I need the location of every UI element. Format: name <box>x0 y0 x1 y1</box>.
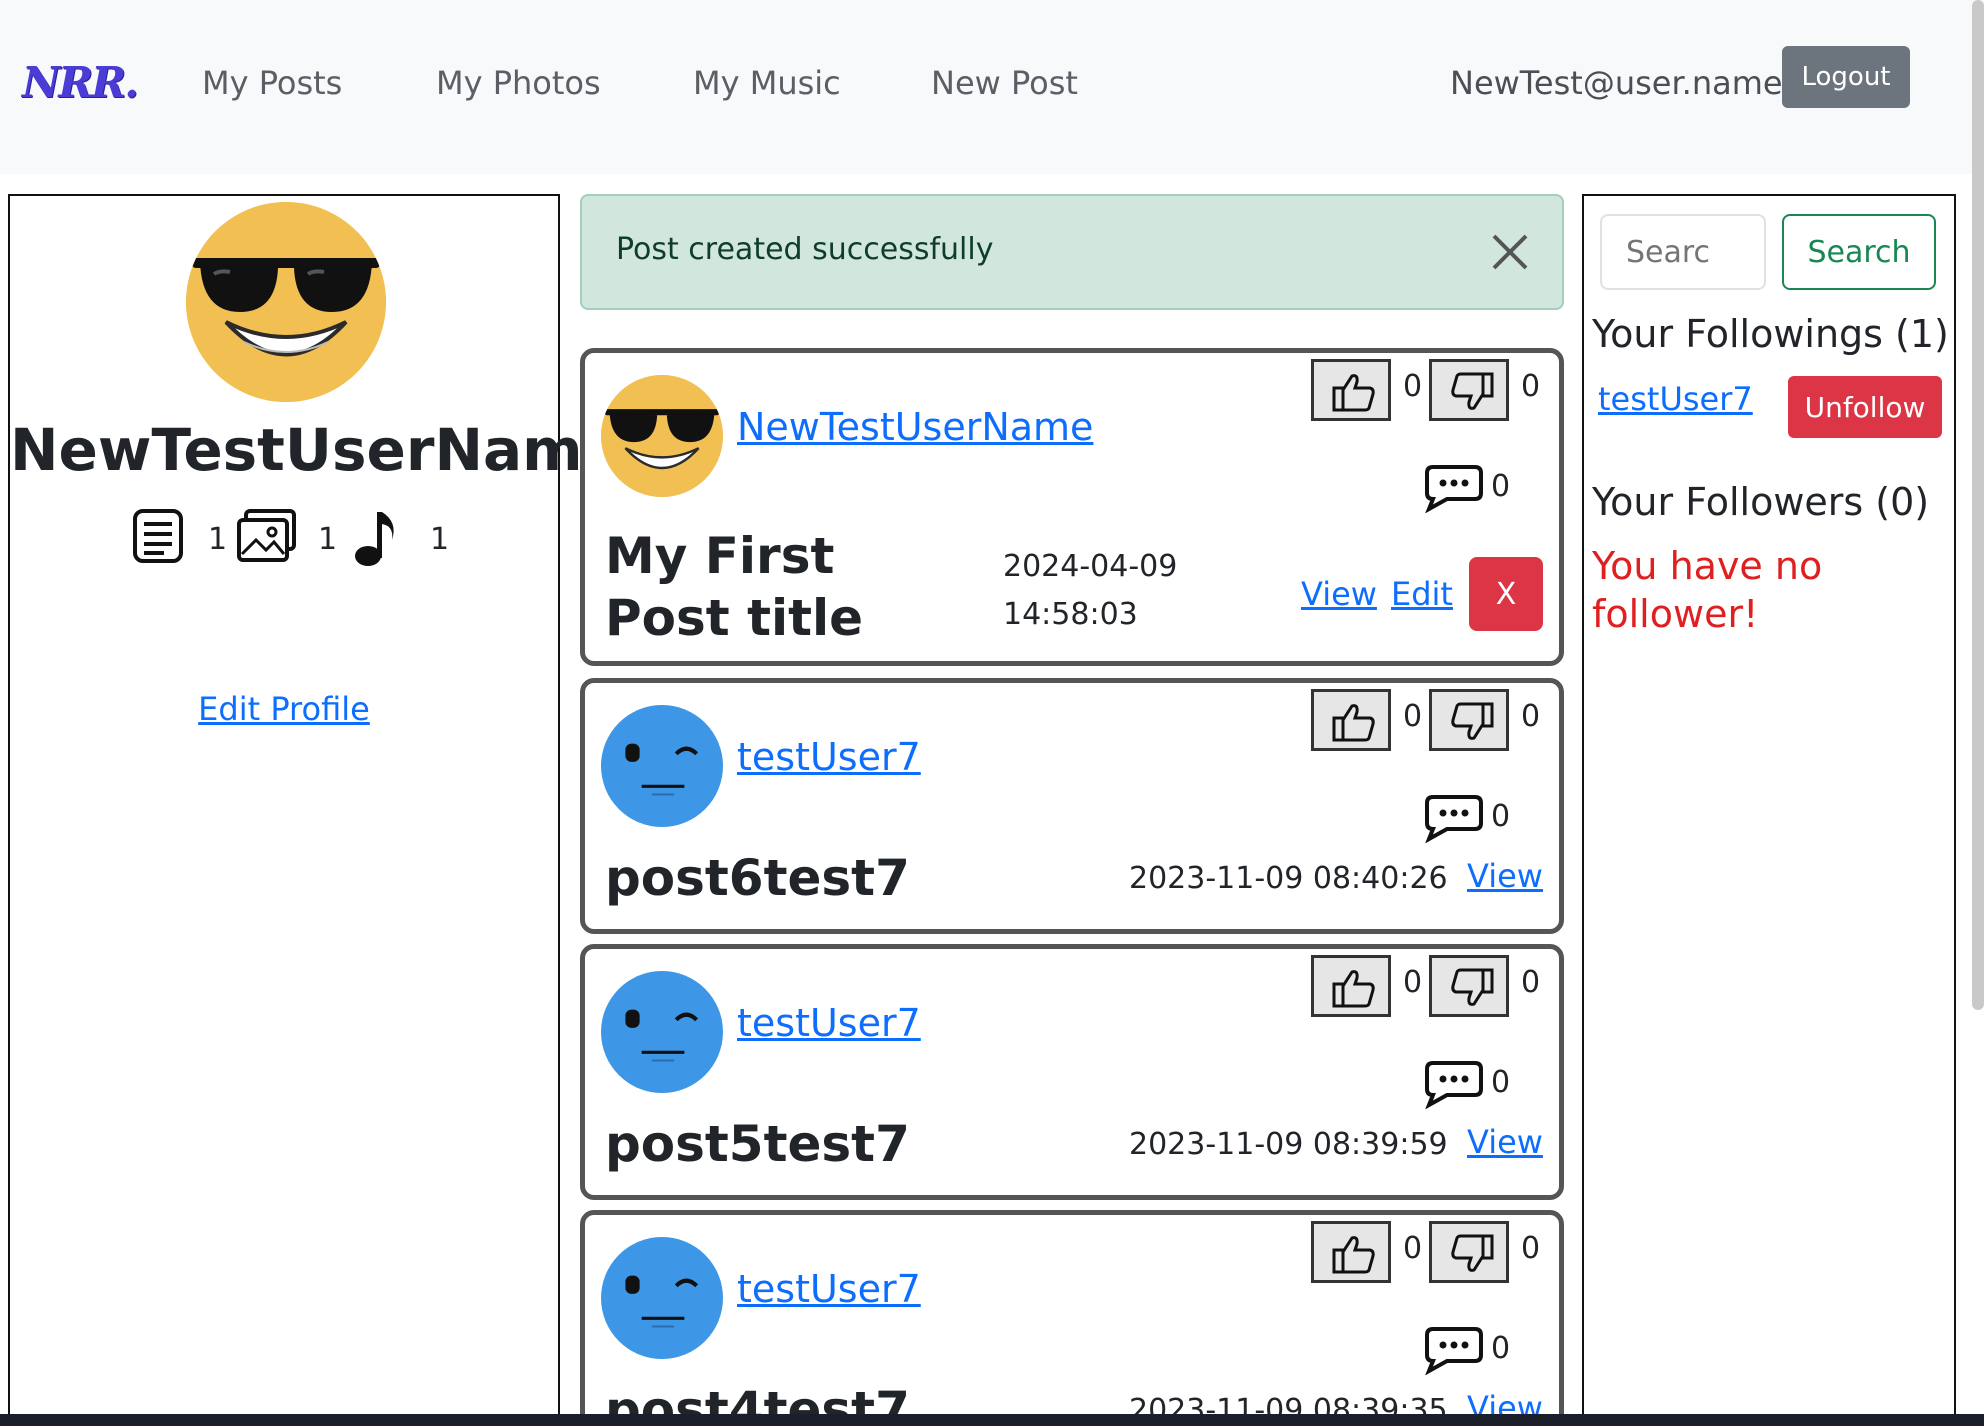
post-author-link[interactable]: testUser7 <box>737 1267 921 1311</box>
dislike-count: 0 <box>1521 965 1541 1000</box>
nav-my-music[interactable]: My Music <box>693 64 841 102</box>
nav-new-post[interactable]: New Post <box>931 64 1078 102</box>
music-count: 1 <box>430 522 450 557</box>
thumbs-down-icon <box>1451 702 1494 740</box>
post-title: post6test7 <box>605 849 910 907</box>
no-followers-message: You have no follower! <box>1592 544 1823 636</box>
thumbs-up-icon <box>1332 1236 1375 1274</box>
followings-heading: Your Followings (1) <box>1592 312 1949 356</box>
post-author-link[interactable]: NewTestUserName <box>737 405 1093 449</box>
dislike-count: 0 <box>1521 369 1541 404</box>
like-count: 0 <box>1403 369 1423 404</box>
like-button[interactable] <box>1311 689 1391 751</box>
following-user-link[interactable]: testUser7 <box>1598 380 1753 418</box>
like-count: 0 <box>1403 965 1423 1000</box>
thumbs-down-icon <box>1451 968 1494 1006</box>
like-button[interactable] <box>1311 359 1391 421</box>
thumbs-up-icon <box>1332 374 1375 412</box>
post-card: NewTestUserName 0 0 0 My First Post titl… <box>580 348 1564 666</box>
photos-count: 1 <box>318 522 338 557</box>
user-email: NewTest@user.name <box>1450 64 1783 102</box>
dislike-count: 0 <box>1521 699 1541 734</box>
sunglasses-emoji-icon <box>601 375 723 497</box>
winking-emoji-icon <box>625 1009 699 1062</box>
like-button[interactable] <box>1311 955 1391 1017</box>
post-time: 14:58:03 <box>1003 597 1138 632</box>
dislike-button[interactable] <box>1429 689 1509 751</box>
nav-my-photos[interactable]: My Photos <box>436 64 601 102</box>
comment-icon[interactable] <box>1423 1059 1485 1109</box>
page-scrollbar[interactable] <box>1972 0 1984 1010</box>
edit-link[interactable]: Edit <box>1391 575 1453 613</box>
comment-icon[interactable] <box>1423 463 1485 513</box>
success-alert: Post created successfully <box>580 194 1564 310</box>
navbar: NRR. My Posts My Photos My Music New Pos… <box>0 0 1984 174</box>
social-panel: Search Your Followings (1) testUser7 Unf… <box>1582 194 1956 1426</box>
post-title: post5test7 <box>605 1115 910 1173</box>
thumbs-up-icon <box>1332 970 1375 1008</box>
post-author-avatar <box>601 375 723 497</box>
post-card: testUser7 0 0 0 post5test7 2023-11-09 08… <box>580 944 1564 1200</box>
post-author-link[interactable]: testUser7 <box>737 735 921 779</box>
post-title: My First Post title <box>605 527 864 647</box>
posts-count: 1 <box>208 522 228 557</box>
post-card: testUser7 0 0 0 post6test7 2023-11-09 08… <box>580 678 1564 934</box>
nav-my-posts[interactable]: My Posts <box>202 64 342 102</box>
winking-emoji-icon <box>625 1275 699 1328</box>
view-link[interactable]: View <box>1301 575 1377 613</box>
post-author-link[interactable]: testUser7 <box>737 1001 921 1045</box>
dislike-button[interactable] <box>1429 359 1509 421</box>
thumbs-down-icon <box>1451 1234 1494 1272</box>
sunglasses-emoji-icon <box>186 202 386 402</box>
view-link[interactable]: View <box>1467 857 1543 895</box>
like-count: 0 <box>1403 699 1423 734</box>
search-button[interactable]: Search <box>1782 214 1936 290</box>
comment-count: 0 <box>1491 799 1511 834</box>
comment-icon[interactable] <box>1423 793 1485 843</box>
profile-name: NewTestUserName <box>10 416 622 484</box>
post-author-avatar <box>601 1237 723 1359</box>
profile-panel: NewTestUserName 1 1 1 Edit Profile <box>8 194 622 1426</box>
comment-count: 0 <box>1491 1331 1511 1366</box>
dislike-button[interactable] <box>1429 955 1509 1017</box>
post-date: 2024-04-09 <box>1003 549 1178 584</box>
thumbs-down-icon <box>1451 372 1494 410</box>
comment-icon[interactable] <box>1423 1325 1485 1375</box>
logout-button[interactable]: Logout <box>1782 46 1910 108</box>
document-icon <box>133 509 183 563</box>
dislike-count: 0 <box>1521 1231 1541 1266</box>
brand-logo[interactable]: NRR. <box>22 58 139 107</box>
post-author-avatar <box>601 971 723 1093</box>
winking-emoji-icon <box>625 743 699 796</box>
comment-count: 0 <box>1491 469 1511 504</box>
alert-message: Post created successfully <box>616 232 994 267</box>
profile-avatar <box>186 202 386 402</box>
post-author-avatar <box>601 705 723 827</box>
dislike-button[interactable] <box>1429 1221 1509 1283</box>
window-bottom-edge <box>0 1414 1984 1426</box>
search-input[interactable] <box>1600 214 1766 290</box>
delete-button[interactable]: X <box>1469 557 1543 631</box>
thumbs-up-icon <box>1332 704 1375 742</box>
music-note-icon <box>355 512 394 566</box>
comment-count: 0 <box>1491 1065 1511 1100</box>
edit-profile-link[interactable]: Edit Profile <box>10 690 558 728</box>
followers-heading: Your Followers (0) <box>1592 480 1930 524</box>
feed-panel: Post created successfully NewTestUserNam… <box>580 194 1564 1426</box>
post-datetime: 2023-11-09 08:39:59 <box>1129 1127 1448 1162</box>
unfollow-button[interactable]: Unfollow <box>1788 376 1942 438</box>
close-icon[interactable] <box>1488 230 1532 274</box>
post-card: testUser7 0 0 0 post4test7 2023-11-09 08… <box>580 1210 1564 1426</box>
profile-stats: 1 1 1 <box>10 508 558 578</box>
like-button[interactable] <box>1311 1221 1391 1283</box>
view-link[interactable]: View <box>1467 1123 1543 1161</box>
like-count: 0 <box>1403 1231 1423 1266</box>
post-datetime: 2023-11-09 08:40:26 <box>1129 861 1448 896</box>
photos-icon <box>237 509 296 562</box>
